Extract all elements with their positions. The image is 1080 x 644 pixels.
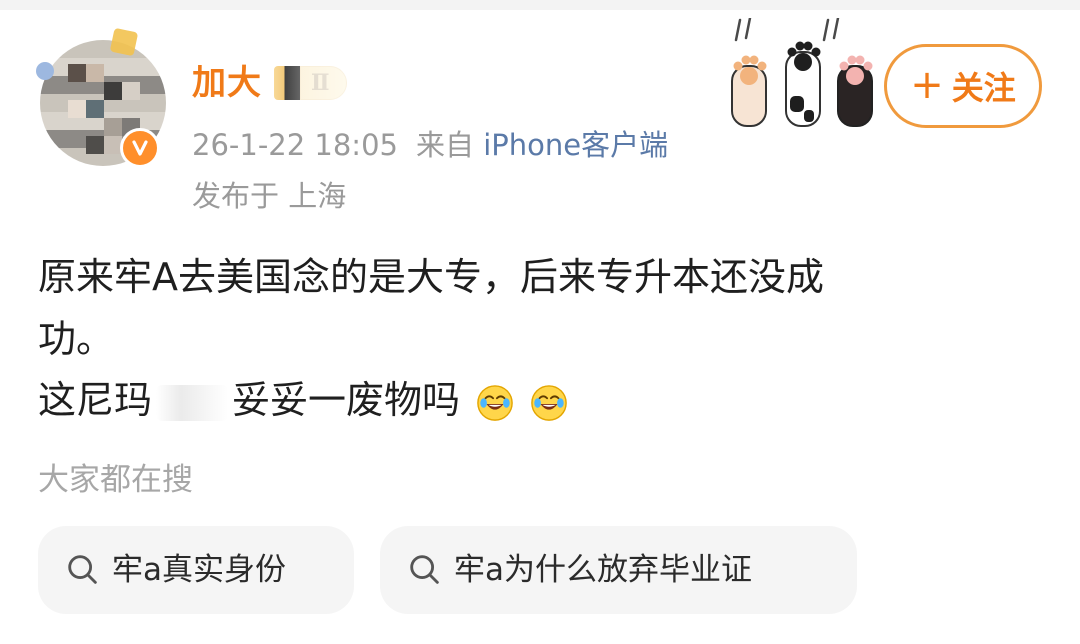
search-icon — [410, 555, 439, 584]
tears-of-joy-emoji-icon — [477, 384, 513, 421]
verified-v-icon — [120, 128, 160, 168]
post-meta: 26-1-22 18:05 来自 iPhone客户端 — [192, 125, 668, 165]
search-chip-label: 牢a真实身份 — [112, 551, 286, 588]
username[interactable]: 加大 — [192, 61, 364, 105]
plus-icon: + — [910, 62, 944, 108]
follow-label: 关注 — [951, 69, 1016, 107]
post-text-line: 这尼玛 妥妥一废物吗 — [38, 370, 568, 430]
post-text-fragment: 这尼玛 — [38, 378, 153, 422]
avatar-decoration — [109, 27, 139, 57]
tears-of-joy-emoji-icon — [531, 384, 568, 421]
post-text-line: 功。 — [38, 317, 115, 361]
search-section-heading: 大家都在搜 — [38, 462, 193, 498]
top-strip — [0, 0, 1080, 10]
post-text-fragment: 妥妥一废物吗 — [232, 378, 461, 422]
location: 发布于 上海 — [192, 179, 347, 213]
cat-paw-decoration-icon — [731, 18, 873, 127]
level-badge-label: Ⅱ — [300, 66, 347, 100]
search-chip-label: 牢a为什么放弃毕业证 — [454, 551, 752, 588]
level-badge[interactable]: Ⅱ — [274, 61, 347, 105]
search-chip[interactable]: 牢a真实身份 — [38, 526, 354, 614]
weibo-post-page: 加大 Ⅱ 26-1-22 18:05 来自 iPhone客户端 发布于 上海 +… — [0, 0, 1080, 644]
follow-button[interactable]: + 关注 — [884, 44, 1042, 128]
search-icon — [68, 555, 97, 584]
user-header: 加大 Ⅱ — [192, 61, 364, 105]
timestamp: 26-1-22 18:05 — [192, 128, 398, 162]
blurred-text — [156, 384, 229, 421]
source-link[interactable]: iPhone客户端 — [483, 128, 668, 162]
source-prefix: 来自 — [415, 128, 474, 162]
search-chip[interactable]: 牢a为什么放弃毕业证 — [380, 526, 857, 614]
level-badge-left — [274, 66, 300, 100]
avatar-decoration-dot — [36, 62, 54, 80]
post-text-line: 原来牢A去美国念的是大专，后来专升本还没成 — [38, 255, 824, 299]
